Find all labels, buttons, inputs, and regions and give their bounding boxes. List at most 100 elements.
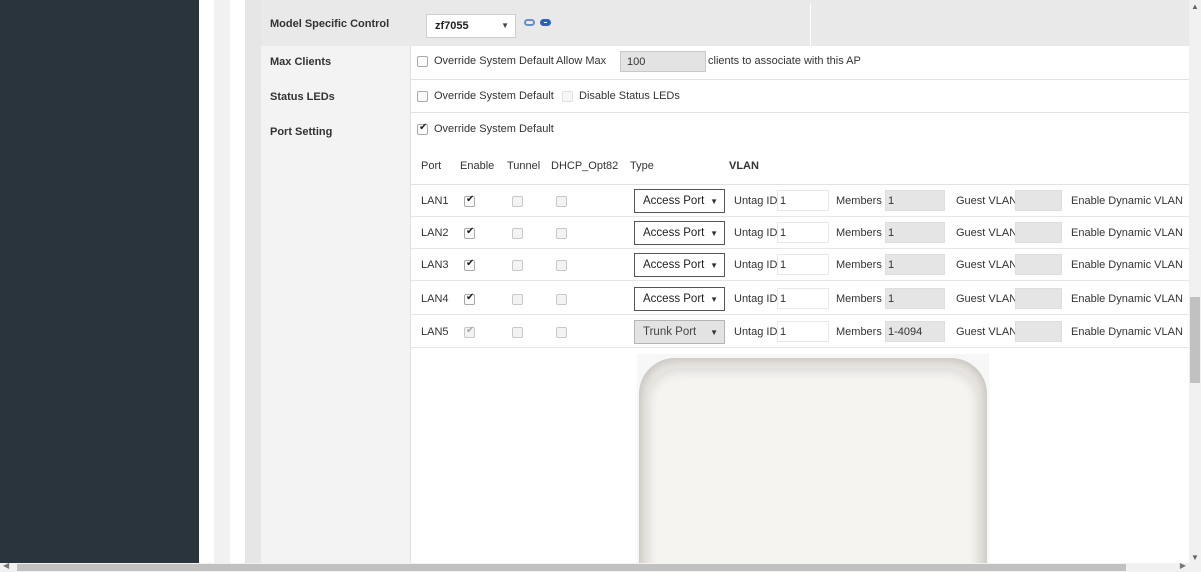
disable-status-leds-checkbox[interactable] [562,91,573,102]
enable-dynamic-vlan-label: Enable Dynamic VLAN [1071,227,1183,239]
layout-gutter [199,0,214,563]
guest-vlan-label: Guest VLAN [956,195,1018,207]
max-clients-label: Max Clients [270,56,332,68]
guest-vlan-input[interactable] [1015,288,1062,309]
members-input[interactable]: 1 [885,222,945,243]
port-setting-override-label: Override System Default [434,123,554,135]
port-enable-checkbox[interactable] [464,194,475,207]
max-clients-input[interactable]: 100 [620,51,706,72]
link-active-icon[interactable] [540,19,551,26]
scrollbar-thumb[interactable] [17,564,1126,571]
members-label: Members [836,293,882,305]
status-leds-override-label: Override System Default [434,90,554,102]
port-row-lan4: LAN4 Access Port ▼ Untag ID 1 Members 1 … [411,283,1189,315]
port-row-lan5: LAN5 Trunk Port ▼ Untag ID 1 Members 1-4… [411,316,1189,348]
members-input[interactable]: 1-4094 [885,321,945,342]
port-enable-checkbox[interactable] [464,226,475,239]
port-setting-label: Port Setting [270,126,333,138]
members-input[interactable]: 1 [885,190,945,211]
header-type: Type [630,160,654,172]
untag-id-label: Untag ID [734,326,778,338]
model-select[interactable]: zf7055 ▼ [426,14,516,38]
scroll-left-icon[interactable]: ◀ [3,561,9,570]
port-enable-checkbox[interactable] [464,325,475,338]
port-dhcp-opt82-checkbox[interactable] [556,228,567,239]
vertical-scrollbar[interactable]: ▲ ▼ [1189,0,1201,563]
model-specific-control-row: Model Specific Control zf7055 ▼ [261,0,1189,46]
untag-id-label: Untag ID [734,259,778,271]
allow-max-label: Allow Max [556,55,607,67]
port-dhcp-opt82-checkbox[interactable] [556,260,567,271]
layout-gutter [230,0,245,563]
scroll-up-icon[interactable]: ▲ [1191,2,1199,11]
port-name: LAN5 [421,326,449,338]
untag-id-label: Untag ID [734,293,778,305]
port-row-lan1: LAN1 Access Port ▼ Untag ID 1 Members 1 … [411,185,1189,217]
guest-vlan-label: Guest VLAN [956,293,1018,305]
status-leds-row: Status LEDs Override System Default Disa… [261,80,1189,113]
chevron-down-icon: ▼ [710,328,718,337]
scroll-down-icon[interactable]: ▼ [1191,553,1199,562]
port-type-select[interactable]: Access Port ▼ [634,189,725,213]
port-type-select[interactable]: Trunk Port ▼ [634,320,725,344]
port-type-value: Trunk Port [643,326,697,338]
max-clients-override-checkbox[interactable] [417,56,428,67]
untag-id-input[interactable]: 1 [777,254,829,275]
header-vlan: VLAN [729,160,759,172]
port-dhcp-opt82-checkbox[interactable] [556,294,567,305]
port-tunnel-checkbox[interactable] [512,196,523,207]
guest-vlan-input[interactable] [1015,254,1062,275]
untag-id-label: Untag ID [734,195,778,207]
port-tunnel-checkbox[interactable] [512,327,523,338]
port-tunnel-checkbox[interactable] [512,228,523,239]
enable-dynamic-vlan-label: Enable Dynamic VLAN [1071,259,1183,271]
guest-vlan-input[interactable] [1015,222,1062,243]
status-leds-label: Status LEDs [270,91,335,103]
port-dhcp-opt82-checkbox[interactable] [556,327,567,338]
header-tunnel: Tunnel [507,160,541,172]
scroll-right-icon[interactable]: ▶ [1180,561,1186,570]
untag-id-input[interactable]: 1 [777,288,829,309]
port-dhcp-opt82-checkbox[interactable] [556,196,567,207]
port-type-value: Access Port [643,195,705,207]
port-tunnel-checkbox[interactable] [512,294,523,305]
enable-dynamic-vlan-label: Enable Dynamic VLAN [1071,293,1183,305]
max-clients-row: Max Clients Override System Default Allo… [261,46,1189,80]
layout-gutter [245,0,261,563]
port-type-select[interactable]: Access Port ▼ [634,287,725,311]
chevron-down-icon: ▼ [501,21,509,30]
port-enable-checkbox[interactable] [464,292,475,305]
header-dhcp-opt82: DHCP_Opt82 [551,160,619,172]
enable-dynamic-vlan-label: Enable Dynamic VLAN [1071,195,1183,207]
guest-vlan-input[interactable] [1015,190,1062,211]
untag-id-input[interactable]: 1 [777,190,829,211]
port-type-select[interactable]: Access Port ▼ [634,253,725,277]
link-icon[interactable] [524,19,535,26]
access-point-image [639,358,987,563]
untag-id-label: Untag ID [734,227,778,239]
scrollbar-thumb[interactable] [1190,297,1200,383]
chevron-down-icon: ▼ [710,197,718,206]
port-tunnel-checkbox[interactable] [512,260,523,271]
guest-vlan-label: Guest VLAN [956,326,1018,338]
chevron-down-icon: ▼ [710,261,718,270]
port-row-lan3: LAN3 Access Port ▼ Untag ID 1 Members 1 … [411,249,1189,281]
port-type-select[interactable]: Access Port ▼ [634,221,725,245]
left-sidebar [0,0,199,572]
status-leds-override-checkbox[interactable] [417,91,428,102]
chevron-down-icon: ▼ [710,229,718,238]
guest-vlan-input[interactable] [1015,321,1062,342]
port-name: LAN1 [421,195,449,207]
port-enable-checkbox[interactable] [464,258,475,271]
horizontal-scrollbar[interactable]: ◀ ▶ [0,561,1201,572]
port-name: LAN4 [421,293,449,305]
port-setting-override-checkbox[interactable] [417,122,428,135]
members-label: Members [836,259,882,271]
untag-id-input[interactable]: 1 [777,321,829,342]
members-input[interactable]: 1 [885,254,945,275]
ap-settings-panel: Model Specific Control zf7055 ▼ Max Clie… [261,0,1189,563]
untag-id-input[interactable]: 1 [777,222,829,243]
disable-status-leds-label: Disable Status LEDs [579,90,680,102]
port-type-value: Access Port [643,293,705,305]
members-input[interactable]: 1 [885,288,945,309]
